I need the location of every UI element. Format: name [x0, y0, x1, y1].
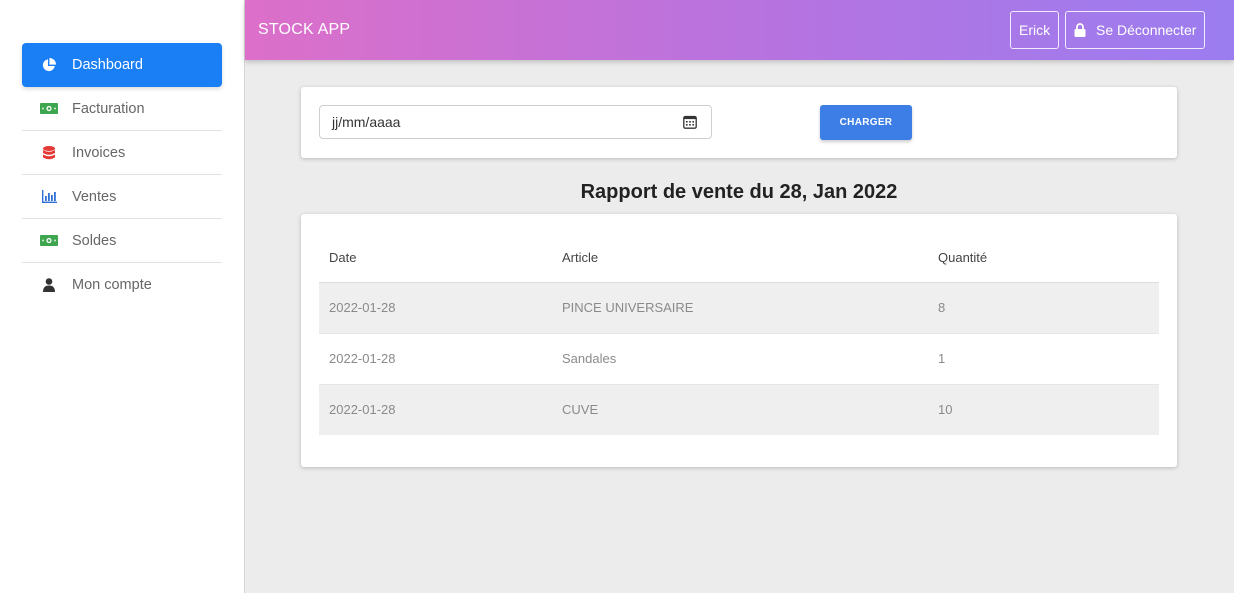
sidebar-item-label: Facturation [72, 100, 145, 117]
app-title: STOCK APP [258, 21, 351, 38]
cell-article: CUVE [552, 384, 928, 435]
column-header-date: Date [319, 234, 552, 283]
sidebar-nav: Dashboard Facturation Invoices Ventes So… [22, 43, 222, 307]
user-button[interactable]: Erick [1010, 11, 1060, 49]
sidebar-item-label: Invoices [72, 144, 126, 161]
cell-article: PINCE UNIVERSAIRE [552, 282, 928, 334]
top-header: STOCK APP Erick Se Déconnecter [245, 0, 1234, 60]
money-icon [38, 102, 60, 116]
load-button[interactable]: CHARGER [820, 105, 912, 140]
table-header-row: Date Article Quantité [319, 234, 1159, 283]
money-icon [38, 234, 60, 248]
report-table-card: Date Article Quantité 2022-01-28 PINCE U… [301, 214, 1177, 467]
sidebar-item-facturation[interactable]: Facturation [22, 87, 222, 131]
sidebar: Dashboard Facturation Invoices Ventes So… [0, 0, 245, 593]
sidebar-item-label: Mon compte [72, 277, 152, 293]
logout-button[interactable]: Se Déconnecter [1065, 11, 1206, 49]
filter-card: jj/mm/aaaa CHARGER [301, 87, 1177, 158]
sidebar-item-invoices[interactable]: Invoices [22, 131, 222, 175]
column-header-article: Article [552, 234, 928, 283]
report-title: Rapport de vente du 28, Jan 2022 [580, 181, 898, 203]
sidebar-item-soldes[interactable]: Soldes [22, 219, 222, 263]
cell-date: 2022-01-28 [319, 282, 552, 334]
sidebar-item-label: Ventes [72, 188, 117, 205]
user-icon [38, 278, 60, 292]
column-header-quantite: Quantité [928, 234, 1159, 283]
date-input[interactable]: jj/mm/aaaa [319, 105, 712, 139]
lock-icon [1074, 23, 1086, 37]
cell-date: 2022-01-28 [319, 333, 552, 385]
bar-chart-icon [38, 190, 60, 204]
cell-article: Sandales [552, 333, 928, 385]
database-icon [38, 145, 60, 160]
table-row: 2022-01-28 CUVE 10 [319, 384, 1159, 435]
table-row: 2022-01-28 PINCE UNIVERSAIRE 8 [319, 282, 1159, 334]
cell-quantite: 10 [928, 384, 1159, 435]
logout-label: Se Déconnecter [1096, 22, 1197, 38]
sidebar-item-mon-compte[interactable]: Mon compte [22, 263, 222, 307]
calendar-icon[interactable] [683, 115, 697, 129]
cell-quantite: 1 [928, 333, 1159, 385]
pie-chart-icon [38, 58, 60, 72]
cell-date: 2022-01-28 [319, 384, 552, 435]
table-row: 2022-01-28 Sandales 1 [319, 333, 1159, 385]
cell-quantite: 8 [928, 282, 1159, 334]
sidebar-item-ventes[interactable]: Ventes [22, 175, 222, 219]
report-table: Date Article Quantité 2022-01-28 PINCE U… [319, 234, 1159, 435]
date-placeholder: jj/mm/aaaa [332, 114, 401, 130]
sidebar-item-dashboard[interactable]: Dashboard [22, 43, 222, 87]
sidebar-item-label: Dashboard [72, 57, 143, 73]
sidebar-item-label: Soldes [72, 232, 117, 249]
